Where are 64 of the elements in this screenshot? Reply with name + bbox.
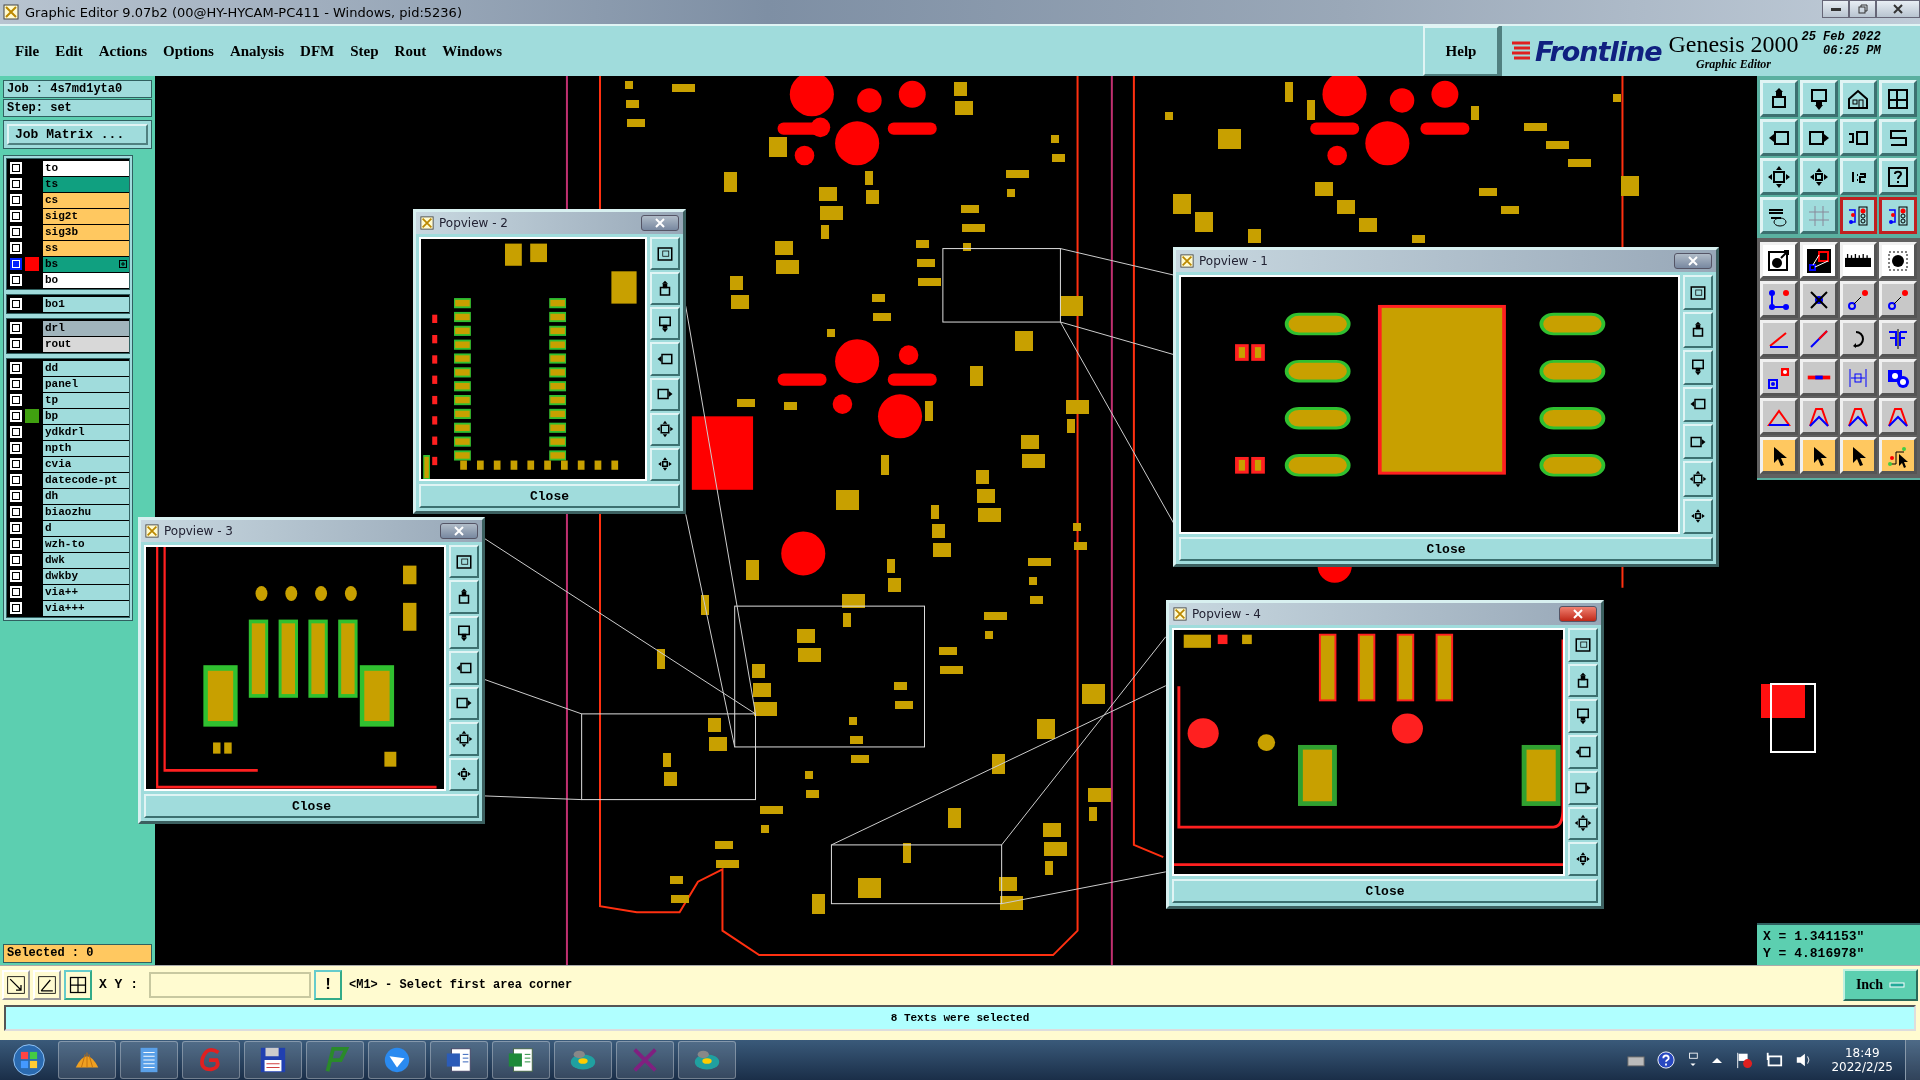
units-dropdown[interactable]: Inch (1843, 968, 1918, 1001)
y-coordinate: Y = 4.816978" (1763, 945, 1866, 962)
menu-item[interactable]: Rout (387, 40, 434, 62)
layer-name[interactable]: bs (43, 256, 129, 272)
layer-name[interactable]: sig2t (43, 208, 129, 224)
popview-title: Popview - 4 (1192, 607, 1261, 621)
product-subtitle: Graphic Editor (1696, 56, 1771, 72)
popview-close-button[interactable]: Close (419, 484, 680, 508)
layer-name[interactable]: to (43, 160, 129, 176)
popview-close-button[interactable]: Close (144, 794, 479, 818)
popview-close-button[interactable]: Close (1172, 879, 1598, 903)
layer-name[interactable]: ts (43, 176, 129, 192)
date-text: 25 Feb 2022 (1801, 30, 1881, 44)
layer-name[interactable]: bo1 (43, 296, 129, 312)
layer-name[interactable]: biaozhu (43, 504, 129, 520)
layer-name[interactable]: datecode-pt (43, 472, 129, 488)
layer-name[interactable]: panel (43, 376, 129, 392)
menu-item[interactable]: DFM (293, 40, 342, 62)
layer-name[interactable]: d (43, 520, 129, 536)
layer-name[interactable]: dwk (43, 552, 129, 568)
layer-name[interactable]: dh (43, 488, 129, 504)
clock-date[interactable]: 2022/2/25 (1831, 1060, 1893, 1074)
menu-item[interactable]: File (8, 40, 47, 62)
popview-title: Popview - 1 (1199, 254, 1268, 268)
menu-item[interactable]: Step (343, 40, 386, 62)
step-name: Step: set (3, 99, 152, 117)
menu-item[interactable]: Analysis (222, 40, 292, 62)
popview-close-button[interactable]: Close (1179, 537, 1713, 561)
layer-name[interactable]: sig3b (43, 224, 129, 240)
layer-name[interactable]: ydkdrl (43, 424, 129, 440)
window-title: Graphic Editor 9.07b2 (00@HY-HYCAM-PC411 - Windows, pid:5236) (25, 4, 462, 20)
help-menu[interactable]: Help (1423, 26, 1499, 76)
time-text: 06:25 PM (1823, 44, 1881, 58)
menu-item[interactable]: Actions (91, 40, 154, 62)
prompt-text: <M1> - Select first area corner (349, 977, 573, 992)
popview-title: Popview - 2 (439, 216, 508, 230)
xy-label: X Y : (99, 977, 138, 992)
menu-item[interactable]: Options (156, 40, 221, 62)
layer-name[interactable]: ss (43, 240, 129, 256)
job-matrix-button[interactable]: Job Matrix ... (7, 124, 148, 145)
layer-name[interactable]: tp (43, 392, 129, 408)
job-name: Job : 4s7md1yta0 (3, 80, 152, 98)
layer-name[interactable]: drl (43, 320, 129, 336)
x-coordinate: X = 1.341153" (1763, 928, 1866, 945)
layer-name[interactable]: cs (43, 192, 129, 208)
product-name: Genesis 2000 (1668, 30, 1799, 57)
menu-item[interactable]: Edit (48, 40, 90, 62)
layer-name[interactable]: bp (43, 408, 129, 424)
layer-name[interactable]: cvia (43, 456, 129, 472)
menu-item[interactable]: Windows (435, 40, 509, 62)
logo-text: Frontline (1535, 35, 1662, 67)
confirm-button[interactable]: ! (314, 969, 342, 1000)
layer-name[interactable]: via+++ (43, 600, 129, 616)
layer-name[interactable]: npth (43, 440, 129, 456)
clock-time[interactable]: 18:49 (1844, 1046, 1880, 1060)
layer-name[interactable]: bo (43, 272, 129, 288)
layer-name[interactable]: via++ (43, 584, 129, 600)
selected-count: Selected : 0 (3, 944, 152, 963)
popview-title: Popview - 3 (164, 524, 233, 538)
layer-name[interactable]: dd (43, 360, 129, 376)
status-message: 8 Texts were selected (4, 1005, 1916, 1031)
layer-name[interactable]: rout (43, 336, 129, 352)
layer-name[interactable]: wzh-to (43, 536, 129, 552)
layer-name[interactable]: dwkby (43, 568, 129, 584)
